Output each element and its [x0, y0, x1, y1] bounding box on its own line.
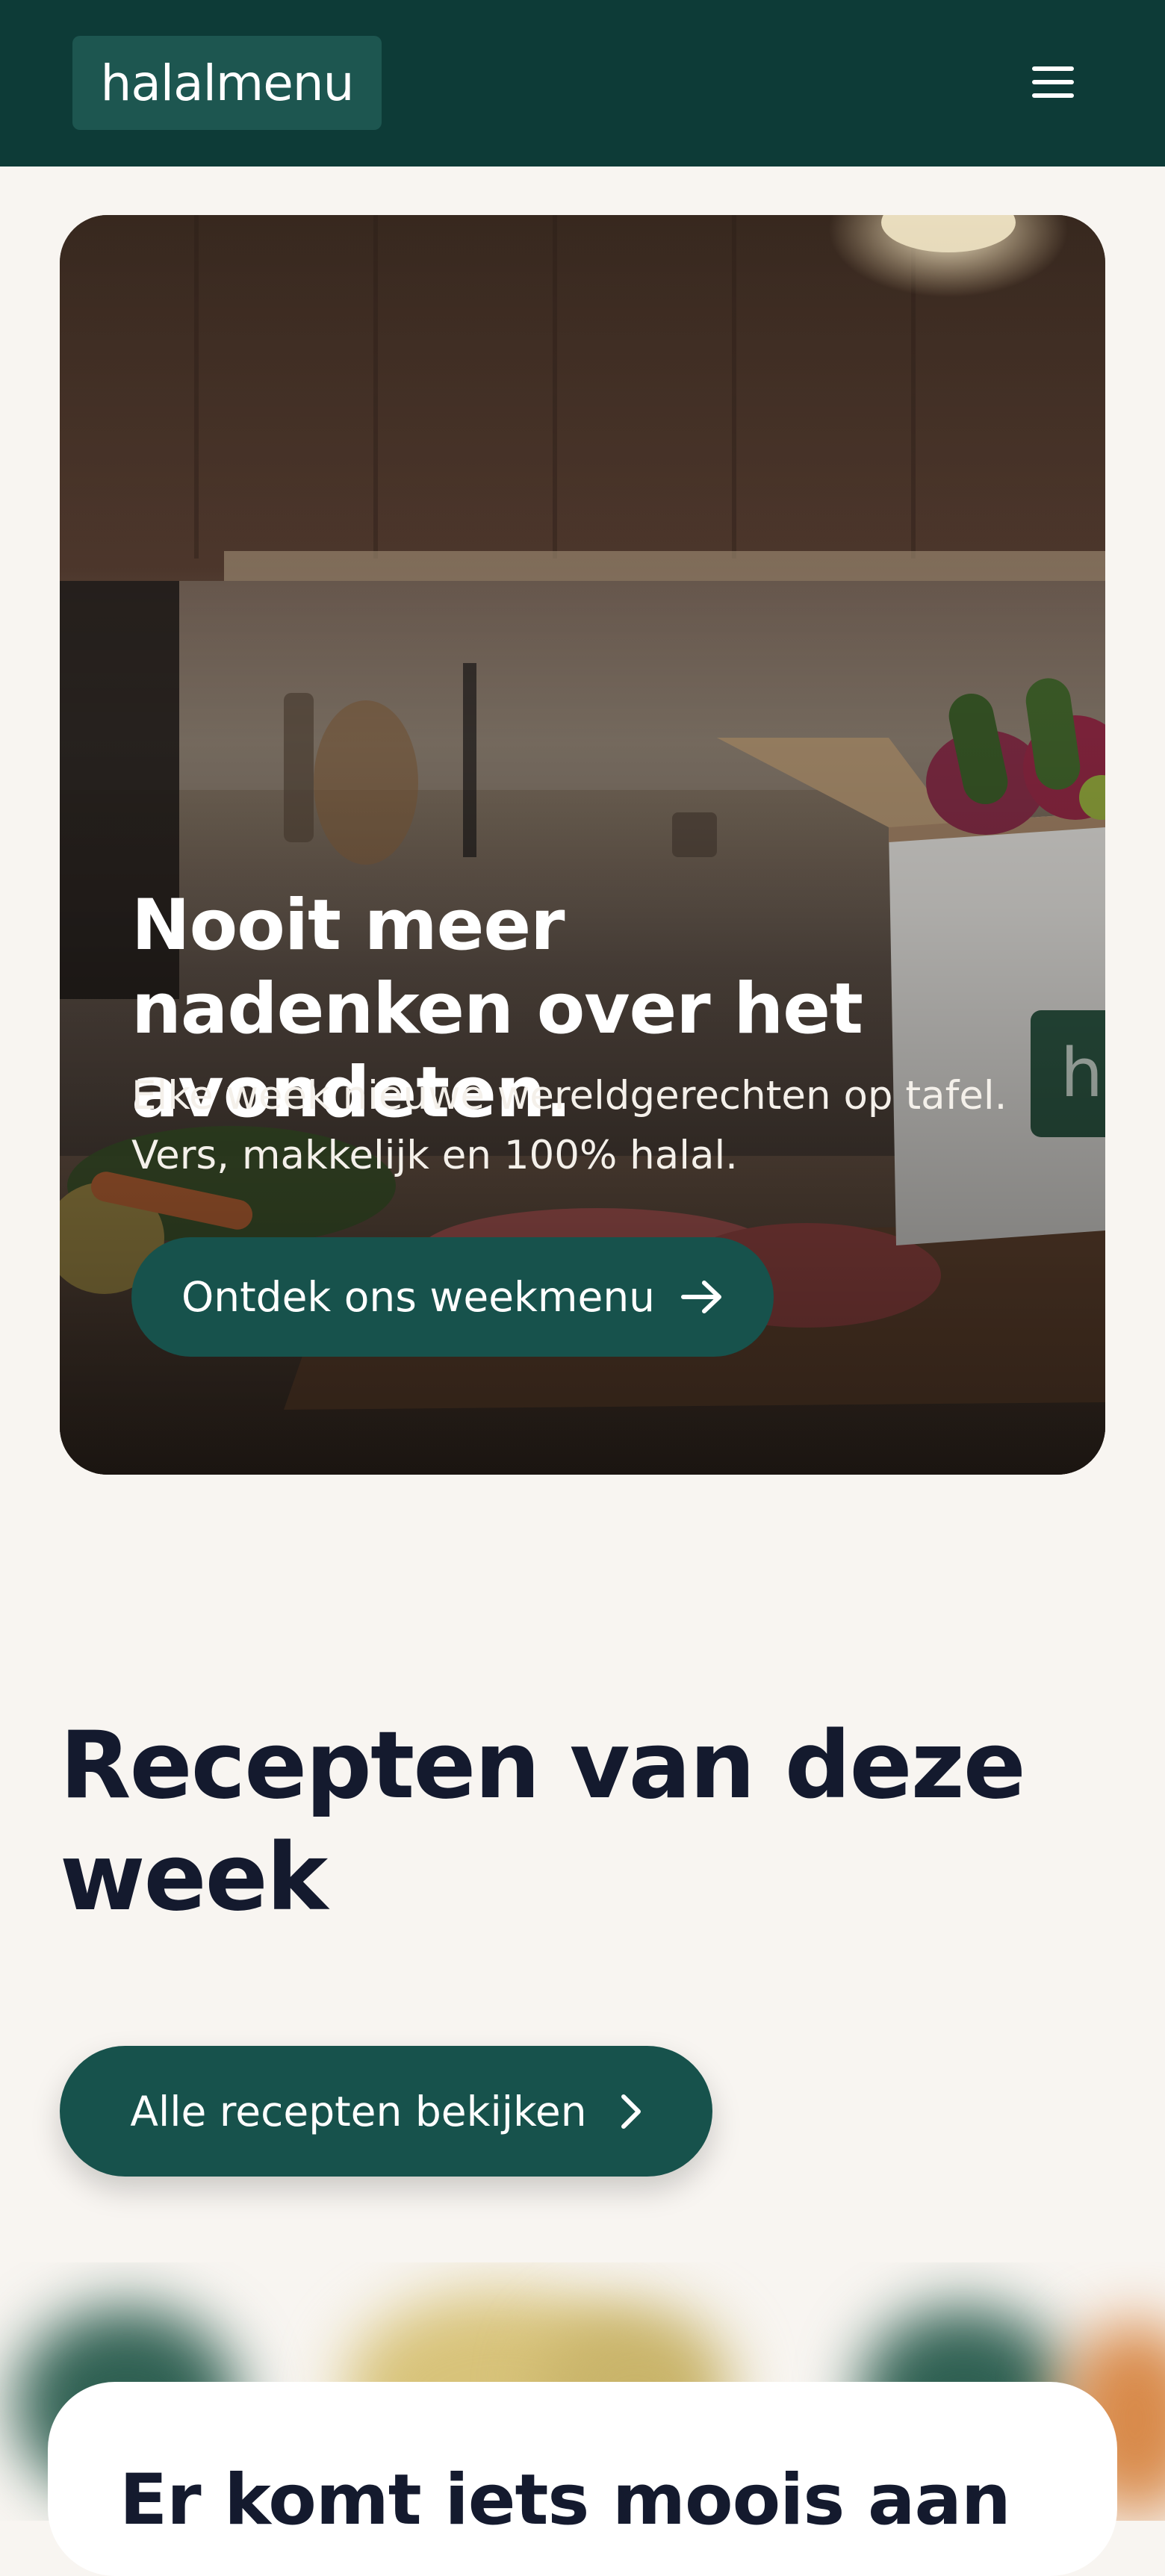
chevron-right-icon: [621, 2094, 641, 2129]
weekmenu-cta-label: Ontdek ons weekmenu: [181, 1273, 656, 1321]
coming-soon-title: Er komt iets moois aan: [119, 2460, 1011, 2541]
weekmenu-cta-button[interactable]: Ontdek ons weekmenu: [131, 1237, 774, 1357]
site-header: halalmenu: [0, 0, 1165, 167]
arrow-right-icon: [681, 1281, 722, 1313]
recipes-section-title: Recepten van deze week: [60, 1712, 1026, 1932]
hamburger-menu-button[interactable]: [1023, 52, 1083, 112]
all-recipes-button[interactable]: Alle recepten bekijken: [60, 2046, 712, 2177]
hamburger-menu-icon: [1032, 66, 1074, 98]
hero-subtitle: Elke week nieuwe wereldgerechten op tafe…: [131, 1073, 1007, 1178]
hero-banner: h Nooit meer nadenken over het avondeten…: [60, 215, 1105, 1475]
coming-soon-card: Er komt iets moois aan: [48, 2382, 1117, 2576]
all-recipes-label: Alle recepten bekijken: [130, 2087, 587, 2135]
logo-link[interactable]: halalmenu: [72, 36, 382, 130]
